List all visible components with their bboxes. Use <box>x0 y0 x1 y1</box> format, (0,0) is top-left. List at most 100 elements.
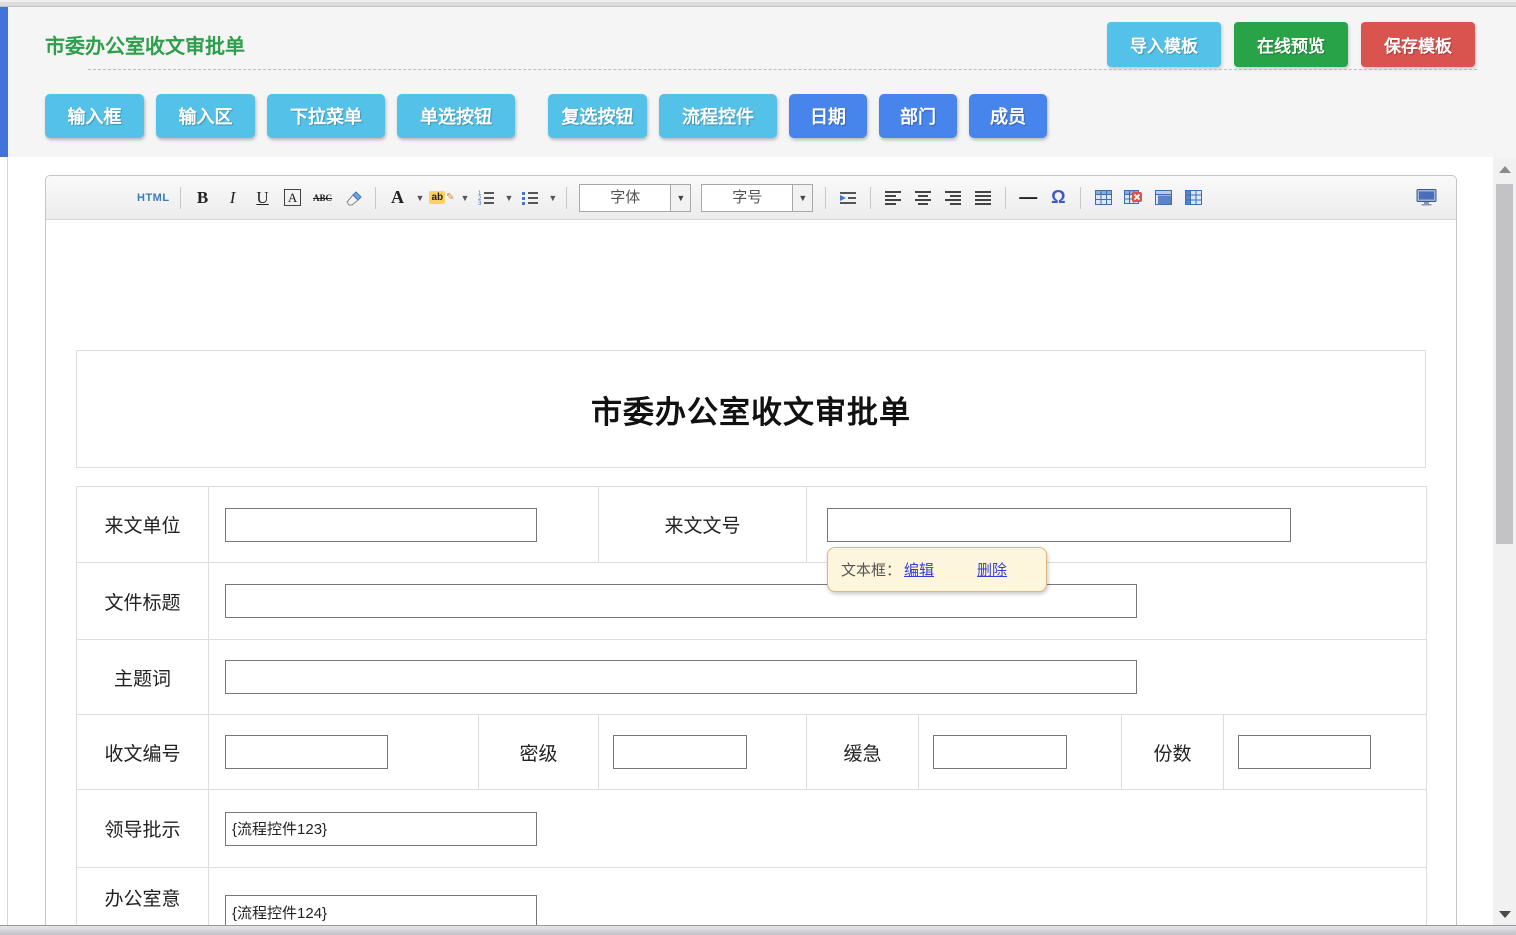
widget-member-button[interactable]: 成员 <box>969 94 1047 138</box>
character-border-icon[interactable]: A <box>284 189 301 206</box>
tooltip-label: 文本框： <box>841 559 901 580</box>
unordered-list-icon[interactable] <box>518 185 542 211</box>
toolbar-separator <box>1080 187 1081 209</box>
widget-radio-button[interactable]: 单选按钮 <box>397 94 515 138</box>
security-level-input[interactable] <box>613 735 747 769</box>
subject-words-input[interactable] <box>225 660 1137 694</box>
toolbar-separator <box>1005 187 1006 209</box>
window-bottom-edge <box>0 925 1516 935</box>
field-label-document-title: 文件标题 <box>77 563 209 640</box>
fullscreen-preview-icon[interactable] <box>1414 185 1438 211</box>
form-table: 来文单位 来文文号 文件标题 主题词 收文编号 密级 <box>76 486 1427 925</box>
font-color-icon[interactable]: A <box>386 185 410 211</box>
font-size-dropdown-arrow[interactable]: ▼ <box>792 185 812 211</box>
background-blue-strip <box>0 7 8 157</box>
cell-properties-icon[interactable] <box>1181 185 1205 211</box>
editor-document[interactable]: 市委办公室收文审批单 来文单位 来文文号 文件标题 主 <box>46 350 1456 925</box>
widget-action-tooltip: 文本框： 编辑 删除 <box>827 547 1047 592</box>
field-label-leader-instructions: 领导批示 <box>77 790 209 868</box>
scrollbar-thumb[interactable] <box>1496 184 1513 544</box>
toolbar-separator <box>566 187 567 209</box>
widget-date-button[interactable]: 日期 <box>789 94 867 138</box>
font-family-select[interactable]: 字体 ▼ <box>579 184 691 212</box>
font-family-dropdown-arrow[interactable]: ▼ <box>670 185 690 211</box>
widget-dropdown-button[interactable]: 下拉菜单 <box>267 94 385 138</box>
align-right-icon[interactable] <box>941 185 965 211</box>
editor-toolbar: HTML B I U A ABC A ▼ ab✎ ▼ 123 <box>46 176 1456 220</box>
font-color-dropdown-arrow[interactable]: ▼ <box>416 193 425 203</box>
rich-text-editor: HTML B I U A ABC A ▼ ab✎ ▼ 123 <box>45 175 1457 925</box>
receipt-number-input[interactable] <box>225 735 388 769</box>
widget-department-button[interactable]: 部门 <box>879 94 957 138</box>
import-template-button[interactable]: 导入模板 <box>1107 22 1221 67</box>
field-label-source-unit: 来文单位 <box>77 487 209 563</box>
widget-checkbox-button[interactable]: 复选按钮 <box>548 94 647 138</box>
align-left-icon[interactable] <box>881 185 905 211</box>
align-justify-icon[interactable] <box>971 185 995 211</box>
scroll-up-arrow-icon[interactable] <box>1493 166 1516 173</box>
svg-text:3: 3 <box>478 201 482 206</box>
ordered-list-icon[interactable]: 123 <box>474 185 498 211</box>
first-line-indent-icon[interactable] <box>836 185 860 211</box>
eraser-icon[interactable] <box>341 185 365 211</box>
highlight-color-icon[interactable]: ab✎ <box>429 185 454 211</box>
vertical-scrollbar[interactable] <box>1493 157 1516 925</box>
table-row: 主题词 <box>77 640 1427 715</box>
table-row: 文件标题 <box>77 563 1427 640</box>
table-row: 来文单位 来文文号 <box>77 487 1427 563</box>
toolbar-separator <box>870 187 871 209</box>
unordered-list-dropdown-arrow[interactable]: ▼ <box>548 193 557 203</box>
editor-scroll-area: HTML B I U A ABC A ▼ ab✎ ▼ 123 <box>8 157 1493 925</box>
toolbar-separator <box>180 187 181 209</box>
delete-widget-link[interactable]: 删除 <box>977 559 1007 580</box>
italic-icon[interactable]: I <box>221 185 245 211</box>
font-size-select[interactable]: 字号 ▼ <box>701 184 813 212</box>
widget-textarea-button[interactable]: 输入区 <box>156 94 255 138</box>
template-actions: 导入模板 在线预览 保存模板 <box>1107 22 1475 67</box>
form-title-cell: 市委办公室收文审批单 <box>76 350 1426 468</box>
page-title: 市委办公室收文审批单 <box>45 30 245 59</box>
table-row: 领导批示 <box>77 790 1427 868</box>
horizontal-rule-icon[interactable]: — <box>1016 185 1040 211</box>
save-template-button[interactable]: 保存模板 <box>1361 22 1475 67</box>
scroll-down-arrow-icon[interactable] <box>1493 911 1516 918</box>
header-divider <box>88 69 1477 70</box>
field-label-urgency: 缓急 <box>807 715 919 790</box>
table-properties-icon[interactable] <box>1151 185 1175 211</box>
align-center-icon[interactable] <box>911 185 935 211</box>
widget-input-box-button[interactable]: 输入框 <box>45 94 144 138</box>
window-top-edge <box>0 0 1516 7</box>
pencil-icon: ✎ <box>446 192 454 203</box>
field-label-copies: 份数 <box>1122 715 1224 790</box>
widget-toolbar: 输入框 输入区 下拉菜单 单选按钮 复选按钮 流程控件 日期 部门 成员 <box>45 94 1047 138</box>
toolbar-separator <box>825 187 826 209</box>
office-opinion-input[interactable] <box>225 895 537 925</box>
field-label-subject-words: 主题词 <box>77 640 209 715</box>
header-panel: 市委办公室收文审批单 导入模板 在线预览 保存模板 输入框 输入区 下拉菜单 单… <box>8 7 1516 157</box>
form-title: 市委办公室收文审批单 <box>591 387 911 432</box>
field-label-receipt-number: 收文编号 <box>77 715 209 790</box>
strikethrough-icon[interactable]: ABC <box>311 185 335 211</box>
insert-table-icon[interactable] <box>1091 185 1115 211</box>
online-preview-button[interactable]: 在线预览 <box>1234 22 1348 67</box>
underline-icon[interactable]: U <box>251 185 275 211</box>
special-character-icon[interactable]: Ω <box>1046 185 1070 211</box>
field-label-security-level: 密级 <box>479 715 599 790</box>
delete-table-icon[interactable] <box>1121 185 1145 211</box>
field-label-office-opinion: 办公室意 <box>77 868 209 926</box>
highlight-dropdown-arrow[interactable]: ▼ <box>461 193 470 203</box>
ordered-list-dropdown-arrow[interactable]: ▼ <box>504 193 513 203</box>
document-number-input[interactable] <box>827 508 1291 542</box>
widget-flow-control-button[interactable]: 流程控件 <box>659 94 777 138</box>
source-code-icon[interactable]: HTML <box>137 185 170 211</box>
leader-instructions-input[interactable] <box>225 812 537 846</box>
field-label-document-number: 来文文号 <box>599 487 807 563</box>
source-unit-input[interactable] <box>225 508 537 542</box>
edit-widget-link[interactable]: 编辑 <box>904 559 934 580</box>
copies-input[interactable] <box>1238 735 1371 769</box>
table-row: 办公室意 <box>77 868 1427 926</box>
bold-icon[interactable]: B <box>191 185 215 211</box>
toolbar-separator <box>375 187 376 209</box>
urgency-input[interactable] <box>933 735 1067 769</box>
table-row: 收文编号 密级 缓急 份数 <box>77 715 1427 790</box>
